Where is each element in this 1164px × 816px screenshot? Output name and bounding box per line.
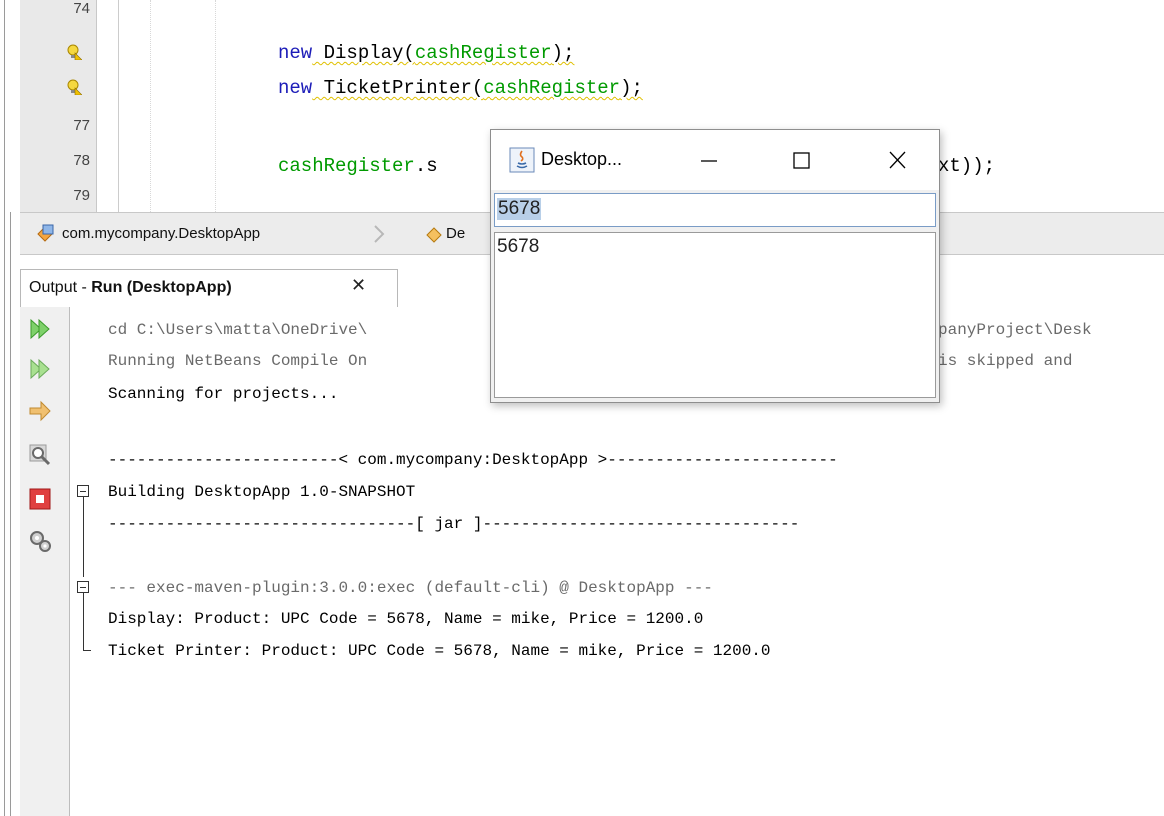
java-icon <box>509 147 535 173</box>
close-icon[interactable]: ✕ <box>351 275 366 296</box>
output-line: Building DesktopApp 1.0-SNAPSHOT <box>108 483 416 501</box>
tab-name: Run (DesktopApp) <box>91 279 232 296</box>
fold-toggle[interactable] <box>77 581 89 593</box>
output-line: Ticket Printer: Product: UPC Code = 5678… <box>108 642 771 660</box>
indent-guide <box>118 0 119 212</box>
output-line-fragment: is skipped and <box>938 352 1073 370</box>
breadcrumb-member[interactable]: De <box>446 225 465 242</box>
output-line: --- exec-maven-plugin:3.0.0:exec (defaul… <box>108 579 713 597</box>
code-line-ticket-printer[interactable]: new TicketPrinter(cashRegister); <box>278 77 643 99</box>
warning-bulb-icon[interactable] <box>66 44 82 60</box>
output-line-fragment: panyProject\Desk <box>938 321 1092 339</box>
result-textarea[interactable]: 5678 <box>494 232 936 398</box>
window-titlebar[interactable]: Desktop... <box>491 130 939 190</box>
tab-output-run[interactable]: Output - Run (DesktopApp) ✕ <box>20 269 398 307</box>
stop-icon[interactable] <box>28 487 52 511</box>
minimize-icon[interactable] <box>681 140 737 180</box>
close-icon[interactable] <box>869 140 925 180</box>
output-line: Running NetBeans Compile On <box>108 352 368 370</box>
maximize-icon[interactable] <box>773 140 829 180</box>
fold-end <box>83 650 91 651</box>
warning-bulb-icon[interactable] <box>66 79 82 95</box>
settings-icon[interactable] <box>28 529 52 553</box>
code-line-78[interactable]: cashRegister.s <box>278 155 438 177</box>
class-icon <box>37 224 54 242</box>
fold-toggle[interactable] <box>77 485 89 497</box>
code-line-78-tail: xt)); <box>938 155 996 177</box>
rerun-with-params-icon[interactable] <box>28 357 52 381</box>
line-number-77: 77 <box>73 117 90 134</box>
fold-guide <box>83 497 84 577</box>
result-text: 5678 <box>497 236 540 257</box>
output-line: ------------------------< com.mycompany:… <box>108 451 838 469</box>
line-number-78: 78 <box>73 152 90 169</box>
breadcrumb-class[interactable]: com.mycompany.DesktopApp <box>62 225 260 242</box>
code-squiggle: Display(cashRegister); <box>312 42 575 64</box>
line-number-79: 79 <box>73 187 90 204</box>
upc-input[interactable]: 5678 <box>494 193 936 227</box>
fold-guide <box>83 593 84 651</box>
output-toolstrip <box>20 307 70 816</box>
search-icon[interactable] <box>28 443 52 467</box>
window-title: Desktop... <box>541 149 623 169</box>
rerun-icon[interactable] <box>28 317 52 341</box>
output-line: cd C:\Users\matta\OneDrive\ <box>108 321 368 339</box>
output-line: Display: Product: UPC Code = 5678, Name … <box>108 610 704 628</box>
code-squiggle: TicketPrinter(cashRegister); <box>312 77 643 99</box>
window-frame-line <box>4 0 5 816</box>
chevron-right-icon <box>374 225 385 243</box>
indent-guide <box>215 0 216 212</box>
upc-input-value: 5678 <box>497 198 542 220</box>
line-number-74: 74 <box>73 0 90 17</box>
editor-gutter: 74 77 78 79 <box>20 0 97 212</box>
code-line-display[interactable]: new Display(cashRegister); <box>278 42 574 64</box>
tab-prefix: Output - <box>29 279 92 296</box>
desktop-app-window: Desktop... 5678 5678 <box>490 129 940 403</box>
arrow-right-icon[interactable] <box>28 399 52 423</box>
indent-guide <box>150 0 151 212</box>
output-line: --------------------------------[ jar ]-… <box>108 515 800 533</box>
method-icon <box>426 227 442 243</box>
output-line: Scanning for projects... <box>108 385 339 403</box>
